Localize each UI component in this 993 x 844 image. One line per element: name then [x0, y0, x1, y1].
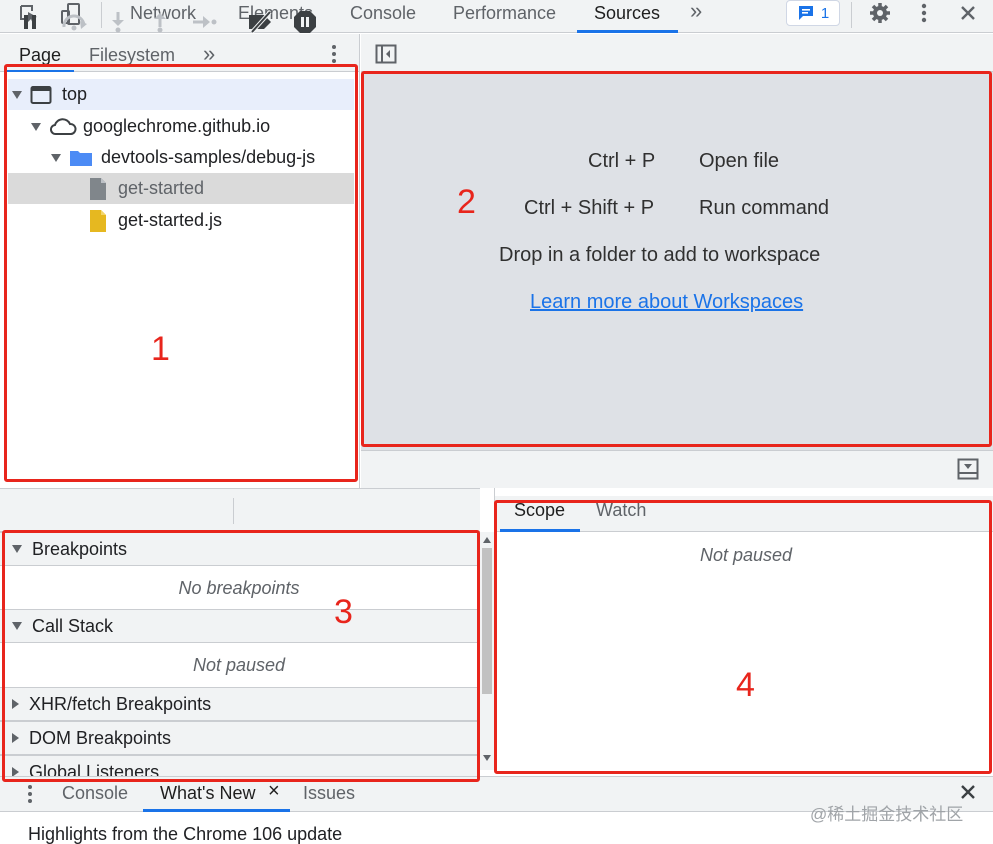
deactivate-breakpoints-icon[interactable] — [246, 10, 276, 34]
navigator-menu-icon[interactable] — [324, 42, 344, 66]
annotation-box-4 — [494, 500, 992, 774]
watermark: @稀土掘金技术社区 — [810, 805, 964, 824]
drawer-tab-issues[interactable]: Issues — [303, 783, 355, 804]
debugger-toolbar — [0, 488, 480, 532]
step-icon[interactable] — [190, 10, 218, 34]
annotation-label-2: 2 — [457, 183, 476, 221]
editor-footer — [361, 450, 993, 488]
settings-icon[interactable] — [865, 0, 895, 26]
drawer-tab-whats-new[interactable]: What's New — [160, 783, 255, 804]
tab-filesystem[interactable]: Filesystem — [89, 45, 175, 66]
tab-console[interactable]: Console — [350, 0, 416, 32]
annotation-box-3 — [2, 530, 480, 782]
kebab-menu-icon[interactable] — [912, 0, 936, 26]
annotation-label-1: 1 — [151, 330, 170, 368]
step-over-icon[interactable] — [60, 10, 90, 34]
more-tabs-icon[interactable]: » — [690, 0, 702, 30]
annotation-box-1 — [4, 64, 358, 482]
annotation-label-3: 3 — [334, 593, 353, 631]
scrollbar-thumb[interactable] — [482, 548, 492, 694]
active-tab-indicator — [577, 30, 678, 33]
close-tab-icon[interactable]: × — [268, 780, 280, 803]
step-out-icon[interactable] — [148, 10, 172, 34]
toggle-debugger-icon[interactable] — [956, 457, 980, 481]
close-icon[interactable] — [955, 0, 981, 26]
issues-icon — [798, 6, 813, 20]
pause-on-exceptions-icon[interactable] — [293, 10, 317, 34]
annotation-label-4: 4 — [736, 666, 755, 704]
scroll-up-icon[interactable] — [483, 537, 491, 543]
scroll-down-icon[interactable] — [483, 755, 491, 761]
step-into-icon[interactable] — [106, 10, 130, 34]
pause-icon[interactable] — [18, 10, 42, 34]
tab-performance[interactable]: Performance — [453, 0, 556, 32]
toggle-navigator-icon[interactable] — [373, 42, 399, 66]
editor-toolbar — [361, 34, 993, 72]
tab-page[interactable]: Page — [19, 45, 61, 66]
whats-new-highlights: Highlights from the Chrome 106 update — [28, 824, 343, 844]
issues-counter-button[interactable]: 1 — [786, 0, 840, 26]
drawer-tab-console[interactable]: Console — [62, 783, 128, 804]
tab-sources[interactable]: Sources — [594, 0, 660, 32]
annotation-box-2 — [361, 71, 992, 447]
issues-count: 1 — [820, 4, 830, 22]
drawer-menu-icon[interactable] — [20, 782, 40, 806]
